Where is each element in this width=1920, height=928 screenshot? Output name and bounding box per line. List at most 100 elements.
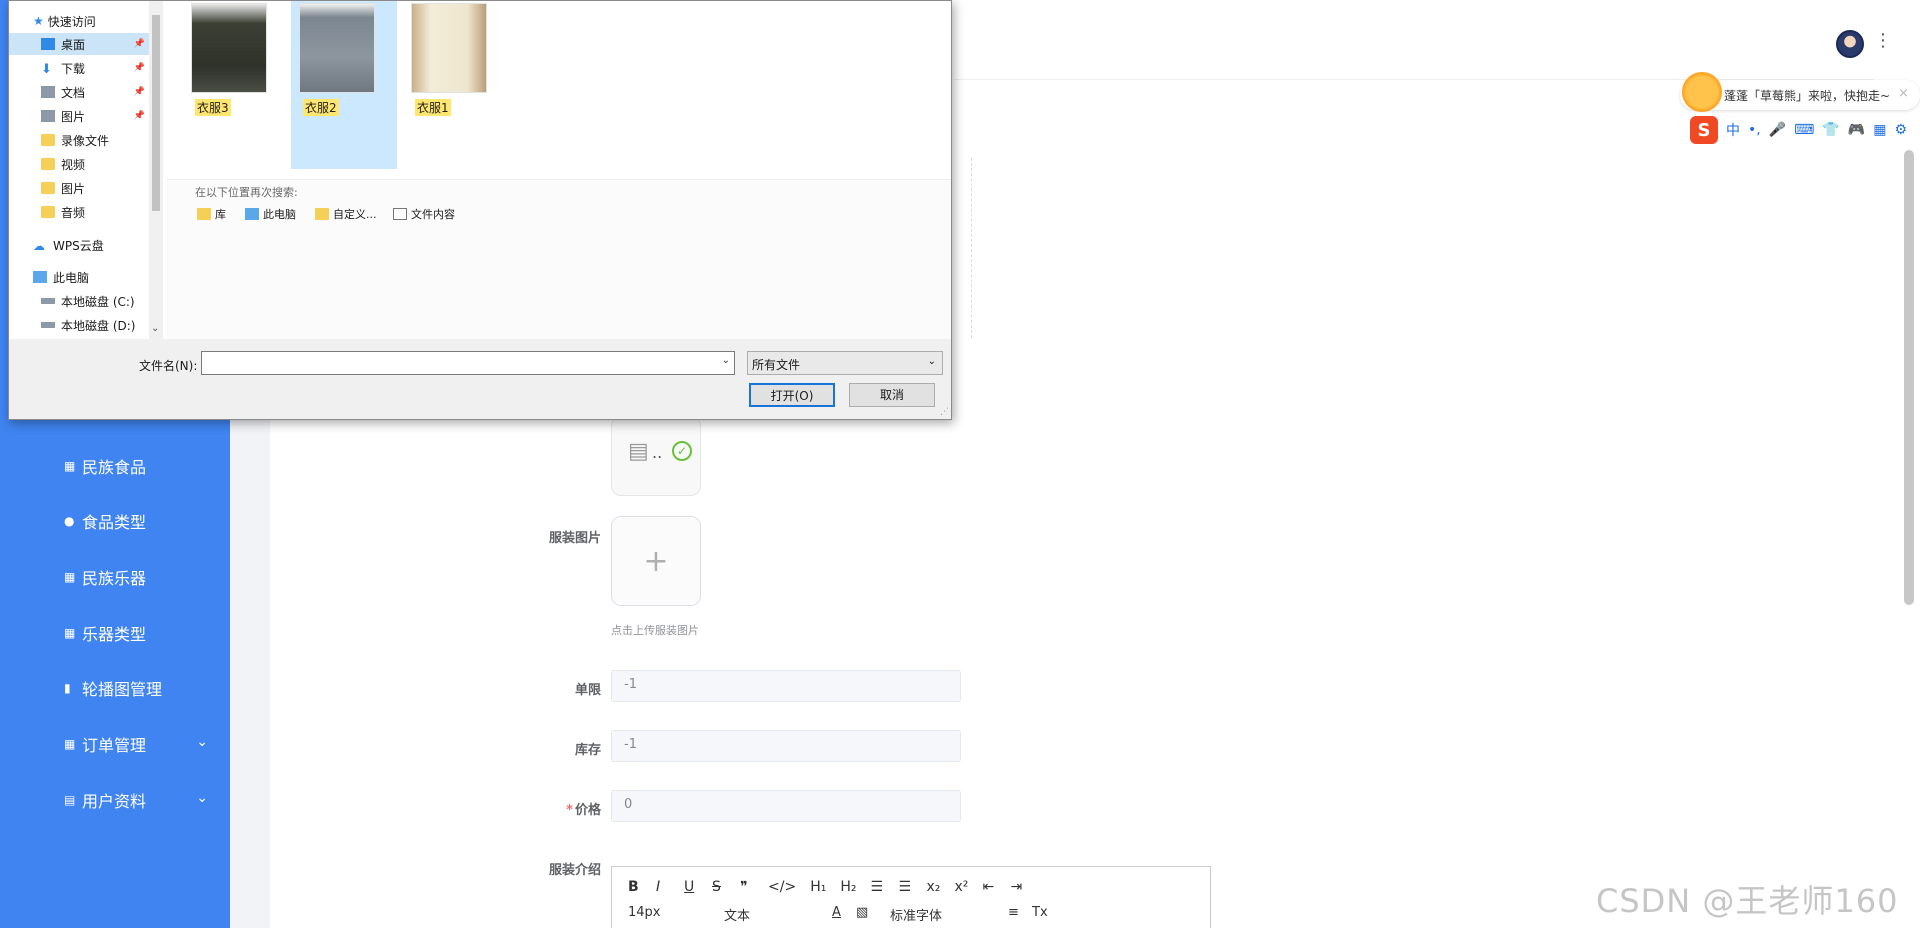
nav-item-videos[interactable]: 视频 [9, 153, 149, 175]
resize-grip-icon[interactable]: ⋰ [940, 407, 949, 417]
limit-input[interactable]: -1 [611, 670, 961, 702]
custom-folder-icon [315, 208, 329, 220]
search-this-pc-link[interactable]: 此电脑 [245, 206, 296, 222]
grid-icon: ▦ [64, 459, 76, 473]
block-type-select[interactable]: 文本 [724, 905, 822, 924]
ordered-list-button[interactable]: ☰ [870, 879, 884, 895]
star-icon: ★ [33, 14, 44, 28]
link-label: 此电脑 [263, 208, 296, 221]
nav-item-desktop[interactable]: 桌面 📌 [9, 33, 149, 55]
nav-label: 本地磁盘 (D:) [61, 318, 136, 333]
bullet-list-button[interactable]: ☰ [898, 879, 912, 895]
file-name: 衣服3 [195, 99, 231, 116]
italic-button[interactable]: I [656, 879, 670, 895]
sogou-logo-icon[interactable]: S [1690, 116, 1718, 144]
filetype-select[interactable]: 所有文件 ⌄ [747, 351, 943, 375]
sidebar-item-ethnic-food[interactable]: ▦ 民族食品 [0, 446, 230, 486]
sidebar-item-food-type[interactable]: ● 食品类型 [0, 501, 230, 541]
file-item[interactable]: 衣服1 [403, 1, 491, 169]
plus-icon: + [643, 543, 669, 579]
sidebar-item-carousel[interactable]: ▮ 轮播图管理 [0, 668, 230, 708]
chevron-up-icon[interactable]: ⌃ [151, 0, 159, 8]
nav-item-documents[interactable]: 文档 📌 [9, 81, 149, 103]
font-family-select[interactable]: 标准字体 [890, 905, 998, 924]
scroll-thumb[interactable] [152, 15, 160, 211]
chevron-down-icon[interactable]: ⌄ [151, 323, 159, 334]
chevron-down-icon[interactable]: ⌄ [722, 355, 730, 366]
calendar-icon: ▤ [64, 793, 76, 807]
superscript-button[interactable]: x² [954, 879, 968, 895]
h2-button[interactable]: H₂ [840, 879, 856, 895]
align-button[interactable]: ≡ [1008, 905, 1022, 924]
chevron-down-icon: ⌄ [196, 790, 208, 806]
nav-wps-cloud[interactable]: ☁ WPS云盘 [9, 234, 149, 256]
nav-item-pictures-2[interactable]: 图片 [9, 177, 149, 199]
nav-item-audio[interactable]: 音频 [9, 201, 149, 223]
nav-item-recordings[interactable]: 录像文件 [9, 129, 149, 151]
file-name: 衣服2 [303, 99, 339, 116]
image-upload-button[interactable]: + [611, 516, 701, 606]
file-item-selected[interactable]: 衣服2 [291, 1, 397, 169]
clear-format-button[interactable]: Tx [1032, 905, 1048, 924]
sidebar-item-instrument-type[interactable]: ▦ 乐器类型 [0, 613, 230, 653]
page-scrollbar[interactable] [1904, 150, 1914, 605]
filename-input[interactable]: ⌄ [201, 351, 735, 375]
font-size-select[interactable]: 14px [628, 905, 714, 924]
nav-item-downloads[interactable]: ⬇ 下载 📌 [9, 57, 149, 79]
subscript-button[interactable]: x₂ [926, 879, 940, 895]
navigation-pane: ★ 快速访问 桌面 📌 ⬇ 下载 📌 文档 📌 图片 📌 录像文件 视频 图片 … [9, 1, 157, 339]
pictures-icon [41, 110, 55, 122]
nav-item-pictures[interactable]: 图片 📌 [9, 105, 149, 127]
nav-label: 录像文件 [61, 133, 110, 148]
cancel-button[interactable]: 取消 [849, 383, 935, 407]
nav-this-pc[interactable]: 此电脑 [9, 266, 149, 288]
settings-icon[interactable]: ⚙ [1894, 122, 1907, 138]
bold-button[interactable]: B [628, 879, 642, 895]
drive-icon [41, 322, 55, 328]
file-open-dialog: ★ 快速访问 桌面 📌 ⬇ 下载 📌 文档 📌 图片 📌 录像文件 视频 图片 … [8, 0, 952, 420]
cloud-icon: ☁ [33, 239, 45, 253]
uploaded-file-card[interactable]: ▤ .. ✓ [611, 416, 701, 496]
nav-scrollbar[interactable]: ⌃ ⌄ [149, 0, 163, 339]
search-file-contents-link[interactable]: 文件内容 [393, 206, 455, 222]
skin-icon[interactable]: 👕 [1822, 122, 1839, 138]
search-custom-link[interactable]: 自定义... [315, 206, 377, 222]
file-name: .. [652, 443, 663, 462]
price-input[interactable]: 0 [611, 790, 961, 822]
sidebar-item-user-profile[interactable]: ▤ 用户资料 ⌄ [0, 780, 230, 820]
csdn-watermark: CSDN @王老师160 [1596, 882, 1899, 920]
file-item[interactable]: 衣服3 [183, 1, 271, 169]
microphone-icon[interactable]: 🎤 [1769, 122, 1786, 138]
sidebar-item-ethnic-instruments[interactable]: ▦ 民族乐器 [0, 557, 230, 597]
sidebar-item-label: 民族食品 [82, 458, 147, 477]
search-library-link[interactable]: 库 [197, 206, 226, 222]
close-icon[interactable]: × [1898, 86, 1909, 101]
grid-icon: ▦ [64, 626, 76, 640]
cardigan-thumbnail-icon [411, 3, 487, 93]
strike-button[interactable]: S [712, 879, 726, 895]
image-label: 服装图片 [548, 531, 601, 546]
nav-label: 视频 [61, 157, 86, 172]
more-menu-icon[interactable]: ⋮ [1874, 30, 1892, 51]
quote-button[interactable]: ❞ [740, 879, 754, 895]
highlight-icon[interactable]: ▧ [856, 905, 880, 924]
underline-button[interactable]: U [684, 879, 698, 895]
apps-grid-icon[interactable]: ▦ [1873, 122, 1886, 138]
h1-button[interactable]: H₁ [810, 879, 826, 895]
sidebar-item-orders[interactable]: ▦ 订单管理 ⌄ [0, 724, 230, 764]
rich-text-editor[interactable]: B I U S ❞ </> H₁ H₂ ☰ ☰ x₂ x² ⇤ ⇥ 14px 文… [611, 866, 1211, 928]
folder-icon [41, 182, 55, 194]
outdent-button[interactable]: ⇤ [982, 879, 996, 895]
punctuation-icon[interactable]: •, [1748, 122, 1761, 138]
avatar[interactable] [1836, 30, 1864, 58]
chinese-mode-icon[interactable]: 中 [1726, 120, 1740, 140]
keyboard-icon[interactable]: ⌨ [1794, 122, 1814, 138]
font-color-button[interactable]: A [832, 905, 846, 924]
game-icon[interactable]: 🎮 [1848, 122, 1865, 138]
stock-input[interactable]: -1 [611, 730, 961, 762]
open-button[interactable]: 打开(O) [749, 383, 835, 407]
code-button[interactable]: </> [768, 879, 796, 895]
nav-disk-d[interactable]: 本地磁盘 (D:) [9, 314, 149, 336]
nav-disk-c[interactable]: 本地磁盘 (C:) [9, 290, 149, 312]
indent-button[interactable]: ⇥ [1010, 879, 1024, 895]
